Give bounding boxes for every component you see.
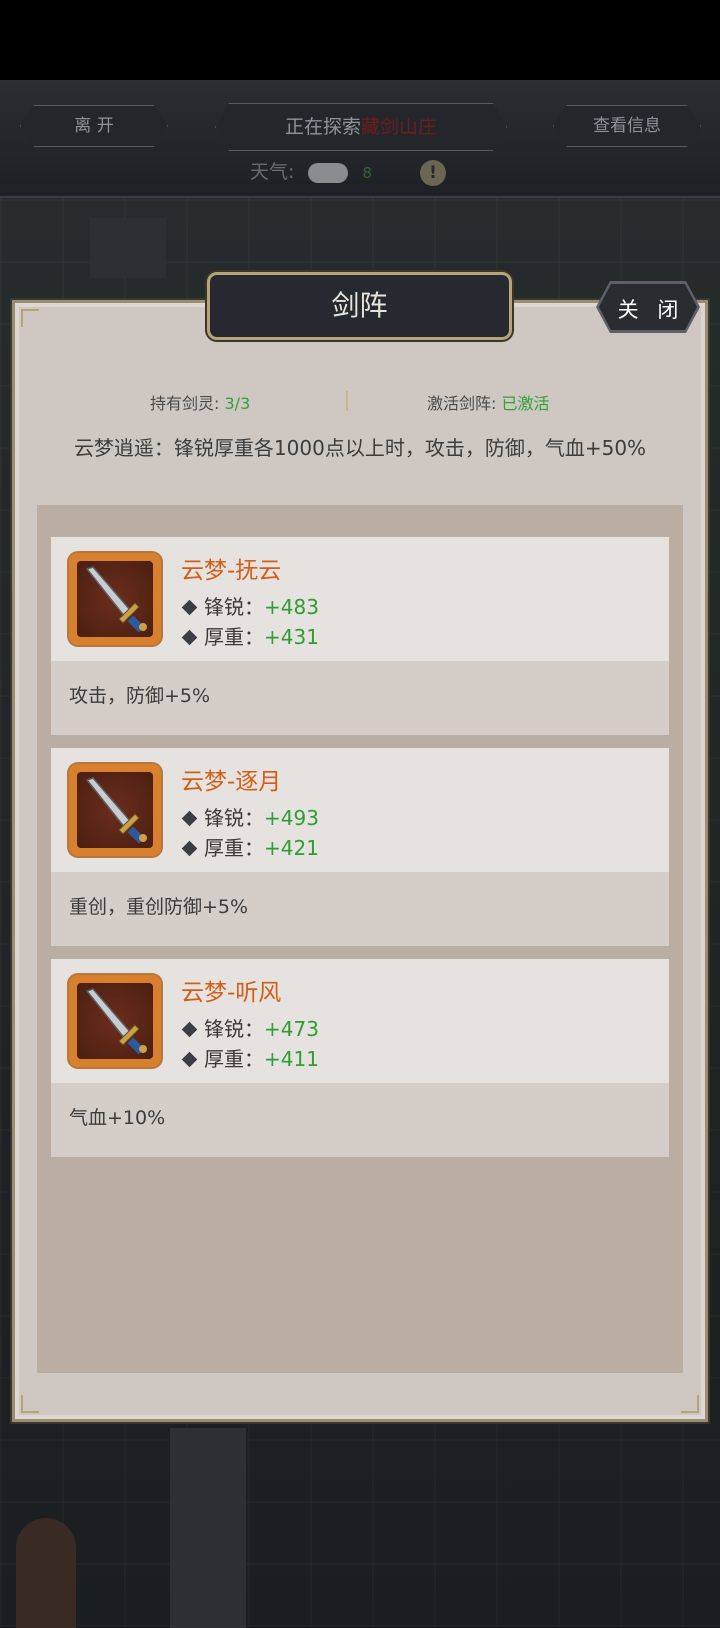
sword-icon-frame — [77, 772, 153, 848]
card-name: 云梦-听风 — [181, 980, 282, 1006]
close-button-label: 关 闭 — [599, 284, 697, 330]
sword-spirit-card[interactable]: 云梦-听风 锋锐：+473 厚重：+411 气血+10% — [51, 959, 669, 1157]
weather-indicator: 天气: 8 — [250, 154, 372, 190]
sword-spirit-card[interactable]: 云梦-逐月 锋锐：+493 厚重：+421 重创，重创防御+5% — [51, 748, 669, 946]
attr-value: +473 — [264, 1017, 319, 1041]
panel-corner-ornament — [21, 309, 39, 327]
array-status-label: 激活剑阵: — [427, 394, 497, 413]
status-bar — [0, 0, 720, 80]
attr-label: 厚重： — [204, 836, 264, 860]
array-effect-description: 云梦逍遥：锋锐厚重各1000点以上时，攻击，防御，气血+50% — [73, 436, 647, 460]
map-wall — [170, 1428, 246, 1628]
attr-heaviness: 厚重：+411 — [181, 1043, 319, 1072]
sword-glyph — [85, 566, 147, 633]
attr-label: 锋锐： — [204, 806, 264, 830]
sword-spirit-card[interactable]: 云梦-抚云 锋锐：+483 厚重：+431 攻击，防御+5% — [51, 537, 669, 735]
array-status-value: 已激活 — [501, 394, 550, 413]
attr-label: 锋锐： — [204, 595, 264, 619]
attr-value: +411 — [264, 1047, 319, 1071]
divider — [346, 391, 348, 411]
leave-button[interactable]: 离 开 — [20, 105, 168, 147]
diamond-icon — [181, 1051, 198, 1068]
card-name: 云梦-逐月 — [181, 769, 282, 795]
weather-label: 天气: — [250, 161, 295, 183]
sword-icon — [69, 975, 161, 1067]
attr-value: +493 — [264, 806, 319, 830]
attr-label: 锋锐： — [204, 1017, 264, 1041]
explore-banner-inner: 正在探索藏剑山庄 — [217, 105, 505, 149]
array-status: 激活剑阵: 已激活 — [427, 390, 550, 414]
diamond-icon — [181, 810, 198, 827]
attr-sharpness: 锋锐：+493 — [181, 802, 319, 831]
sword-icon — [69, 764, 161, 856]
sword-icon-frame — [77, 983, 153, 1059]
diamond-icon — [181, 1021, 198, 1038]
attr-label: 厚重： — [204, 1047, 264, 1071]
panel-corner-ornament — [681, 1395, 699, 1413]
attr-value: +431 — [264, 625, 319, 649]
held-spirits-label: 持有剑灵: — [150, 394, 220, 413]
diamond-icon — [181, 840, 198, 857]
view-info-button-label: 查看信息 — [555, 107, 699, 145]
card-bonus: 气血+10% — [69, 1107, 166, 1129]
sword-icon-frame — [77, 561, 153, 637]
alert-icon[interactable]: ! — [420, 160, 446, 186]
explore-label: 正在探索 — [284, 116, 361, 138]
sword-glyph — [85, 777, 147, 844]
card-name: 云梦-抚云 — [181, 558, 282, 584]
diamond-icon — [181, 599, 198, 616]
attr-sharpness: 锋锐：+483 — [181, 591, 319, 620]
leave-button-label: 离 开 — [22, 107, 166, 145]
explore-place: 藏剑山庄 — [361, 116, 438, 138]
panel-corner-ornament — [21, 1395, 39, 1413]
attr-value: +421 — [264, 836, 319, 860]
cloud-icon — [308, 162, 349, 183]
sword-glyph — [85, 988, 147, 1055]
diamond-icon — [181, 629, 198, 646]
held-spirits-value: 3/3 — [224, 394, 251, 413]
sword-icon — [69, 553, 161, 645]
attr-sharpness: 锋锐：+473 — [181, 1013, 319, 1042]
explore-location-banner: 正在探索藏剑山庄 — [215, 103, 507, 151]
map-door — [16, 1518, 76, 1628]
panel-title: 剑阵 — [207, 272, 512, 340]
weather-value: 8 — [362, 164, 373, 182]
held-spirits: 持有剑灵: 3/3 — [150, 390, 250, 414]
card-bonus: 重创，重创防御+5% — [69, 896, 249, 918]
map-wall — [90, 218, 166, 278]
attr-heaviness: 厚重：+421 — [181, 832, 319, 861]
close-button[interactable]: 关 闭 — [596, 281, 700, 333]
card-bonus: 攻击，防御+5% — [69, 685, 211, 707]
view-info-button[interactable]: 查看信息 — [553, 105, 701, 147]
attr-value: +483 — [264, 595, 319, 619]
attr-heaviness: 厚重：+431 — [181, 621, 319, 650]
attr-label: 厚重： — [204, 625, 264, 649]
